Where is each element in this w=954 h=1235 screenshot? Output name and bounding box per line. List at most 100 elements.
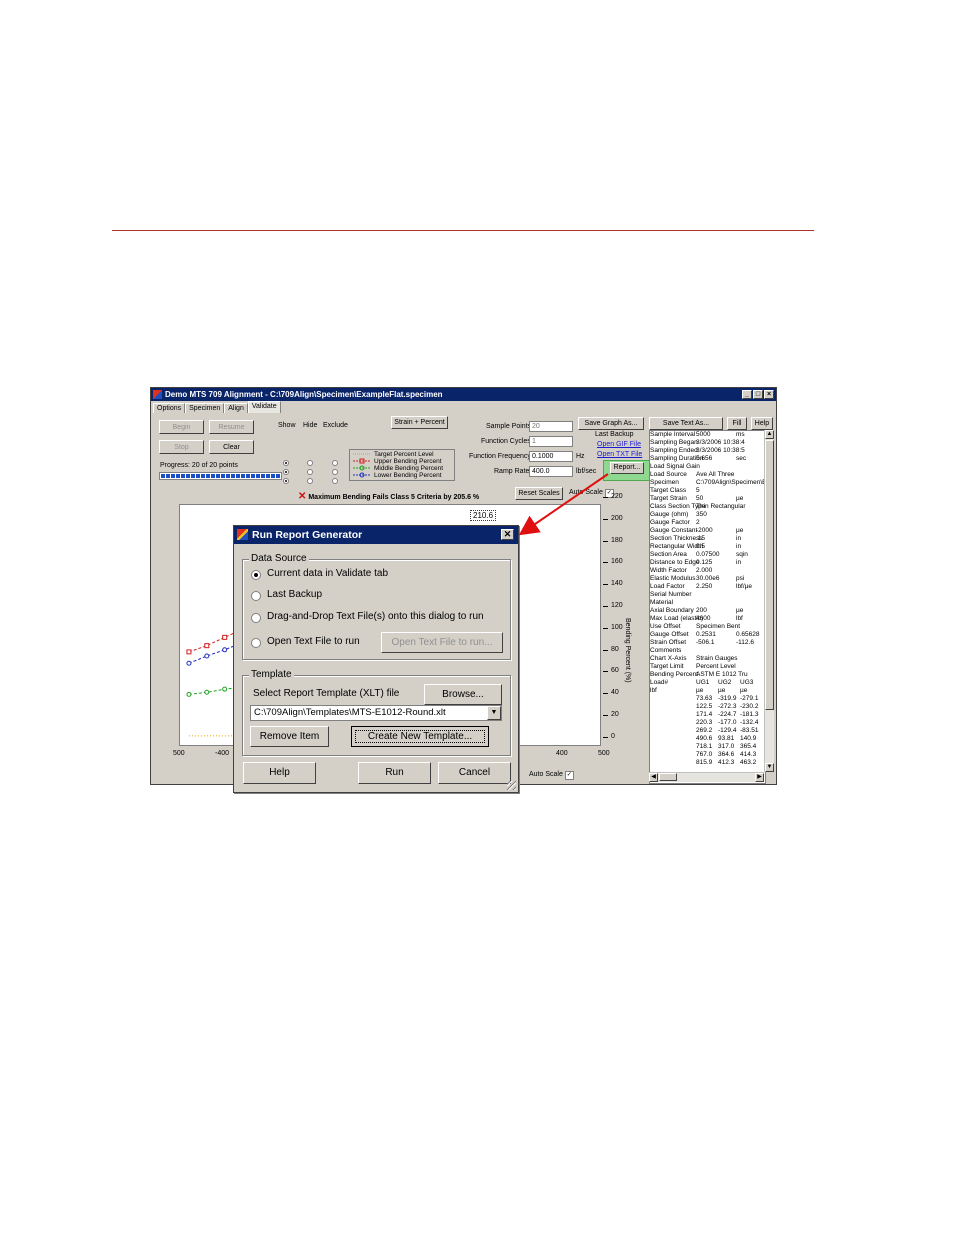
info-cell: 140.9 (740, 735, 757, 742)
info-cell: Material (650, 599, 674, 606)
x-tick-4: 500 (598, 750, 610, 757)
auto-scale-bottom[interactable]: Auto Scale ✓ (529, 771, 574, 780)
ramp-rate-field[interactable]: 400.0 (529, 466, 573, 477)
info-cell: 200 (696, 607, 707, 614)
info-vertical-scrollbar[interactable]: ▲ ▼ (764, 430, 774, 772)
cancel-button[interactable]: Cancel (438, 762, 511, 784)
y-tick: 40 (611, 689, 619, 697)
maximize-icon[interactable]: □ (753, 390, 763, 399)
create-new-template-button[interactable]: Create New Template... (351, 726, 489, 747)
last-backup-label[interactable]: Last Backup (267, 589, 322, 600)
scroll-down-icon[interactable]: ▼ (765, 763, 774, 772)
series-point (204, 643, 210, 649)
exclude-radio-1[interactable] (332, 460, 338, 466)
open-txt-link[interactable]: Open TXT File (597, 451, 642, 458)
reset-scales-button[interactable]: Reset Scales (515, 487, 563, 500)
scroll-thumb[interactable] (765, 440, 774, 710)
scroll-right-icon[interactable]: ▶ (755, 773, 764, 782)
info-cell: -2000 (696, 527, 713, 534)
exclude-radio-3[interactable] (332, 478, 338, 484)
drag-drop-label[interactable]: Drag-and-Drop Text File(s) onto this dia… (267, 611, 484, 622)
y-tick-mark (603, 627, 608, 629)
browse-button[interactable]: Browse... (424, 684, 502, 705)
info-row: Distance to Edge0.125 in (650, 559, 765, 567)
stop-button[interactable]: Stop (159, 440, 204, 454)
hscroll-thumb[interactable] (659, 773, 677, 781)
begin-button[interactable]: Begin (159, 420, 204, 434)
y-tick-mark (603, 606, 608, 607)
info-cell: Width Factor (650, 567, 687, 574)
current-data-radio[interactable] (251, 570, 261, 580)
last-backup-radio[interactable] (251, 591, 261, 601)
info-row: Elastic Modulus30.00e6 psi (650, 575, 765, 583)
close-icon[interactable]: × (764, 390, 774, 399)
info-row: Rectangular Width0.5 in (650, 543, 765, 551)
function-cycles-field[interactable]: 1 (529, 436, 573, 447)
info-cell: 4600 (696, 615, 711, 622)
open-text-radio[interactable] (251, 638, 261, 648)
show-radio-1[interactable] (283, 460, 289, 466)
auto-scale-bottom-checkbox[interactable]: ✓ (564, 771, 574, 780)
info-cell: 93.81 (718, 735, 735, 742)
info-row: Sample Interval5000 ms (650, 431, 765, 439)
strain-percent-button[interactable]: Strain + Percent (391, 416, 448, 429)
info-row: lbf µe µe µe (650, 687, 762, 695)
scroll-up-icon[interactable]: ▲ (765, 430, 774, 439)
legend-markers (353, 453, 371, 478)
info-cell: lbf/µe (736, 583, 753, 590)
y-tick: 100 (611, 623, 623, 631)
info-cell: Strain Gauges (696, 655, 738, 662)
hide-radio-3[interactable] (307, 478, 313, 484)
open-text-file-button[interactable]: Open Text File to run... (381, 632, 503, 653)
info-cell: 5 (696, 487, 700, 494)
info-row: Max Load (elastic)4600 lbf (650, 615, 765, 623)
info-cell: Target Strain (650, 495, 687, 502)
resume-button[interactable]: Resume (209, 420, 254, 434)
report-button[interactable]: Report... (610, 462, 644, 474)
remove-item-button[interactable]: Remove Item (250, 726, 329, 747)
tab-align[interactable]: Align (224, 403, 248, 413)
hide-radio-1[interactable] (307, 460, 313, 466)
resize-grip-icon[interactable] (507, 781, 516, 790)
open-text-label[interactable]: Open Text File to run (267, 636, 360, 647)
help-button[interactable]: Help (751, 417, 773, 430)
clear-button[interactable]: Clear (209, 440, 254, 454)
dialog-close-icon[interactable]: ✕ (501, 529, 514, 540)
hide-radio-2[interactable] (307, 469, 313, 475)
exclude-radio-2[interactable] (332, 469, 338, 475)
template-path-select[interactable]: C:\709Align\Templates\MTS-E1012-Round.xl… (250, 705, 502, 721)
info-cell: µe (740, 687, 748, 694)
data-source-label: Data Source (249, 553, 309, 564)
tab-options[interactable]: Options (153, 403, 186, 413)
info-row: 122.5 -272.3 -230.2 (650, 703, 762, 711)
series-point (186, 649, 192, 655)
select-template-label: Select Report Template (XLT) file (253, 688, 400, 699)
save-text-button[interactable]: Save Text As... (649, 417, 723, 430)
run-button[interactable]: Run (358, 762, 431, 784)
auto-scale-bottom-label: Auto Scale (529, 771, 563, 778)
dialog-help-button[interactable]: Help (243, 762, 316, 784)
info-cell: Serial Number (650, 591, 692, 598)
info-panel[interactable]: Sample Interval5000 ms Sampling Began3/3/2… (649, 430, 766, 784)
tab-specimen[interactable]: Specimen (185, 403, 225, 413)
fill-button[interactable]: Fill (727, 417, 747, 430)
info-row: Target Limit Percent Level (650, 663, 765, 671)
dropdown-arrow-icon[interactable]: ▼ (487, 706, 501, 720)
info-cell: Strain Offset (650, 639, 687, 646)
function-frequency-field[interactable]: 0.1000 (529, 451, 573, 462)
info-horizontal-scrollbar[interactable]: ◀ ▶ (649, 772, 764, 782)
sample-points-field[interactable]: 20 (529, 421, 573, 432)
show-radio-3[interactable] (283, 478, 289, 484)
scroll-left-icon[interactable]: ◀ (649, 773, 658, 782)
drag-drop-radio[interactable] (251, 613, 261, 623)
minimize-icon[interactable]: _ (742, 390, 752, 399)
open-gif-link[interactable]: Open GIF File (597, 441, 641, 448)
current-data-label[interactable]: Current data in Validate tab (267, 568, 388, 579)
save-graph-button[interactable]: Save Graph As... (578, 417, 644, 430)
info-cell: Sample Interval (650, 431, 696, 438)
tab-validate[interactable]: Validate (247, 401, 281, 413)
function-frequency-label: Function Frequency (469, 453, 531, 460)
info-cell: Chart X-Axis (650, 655, 687, 662)
info-cell: -129.4 (718, 727, 737, 734)
show-radio-2[interactable] (283, 469, 289, 475)
